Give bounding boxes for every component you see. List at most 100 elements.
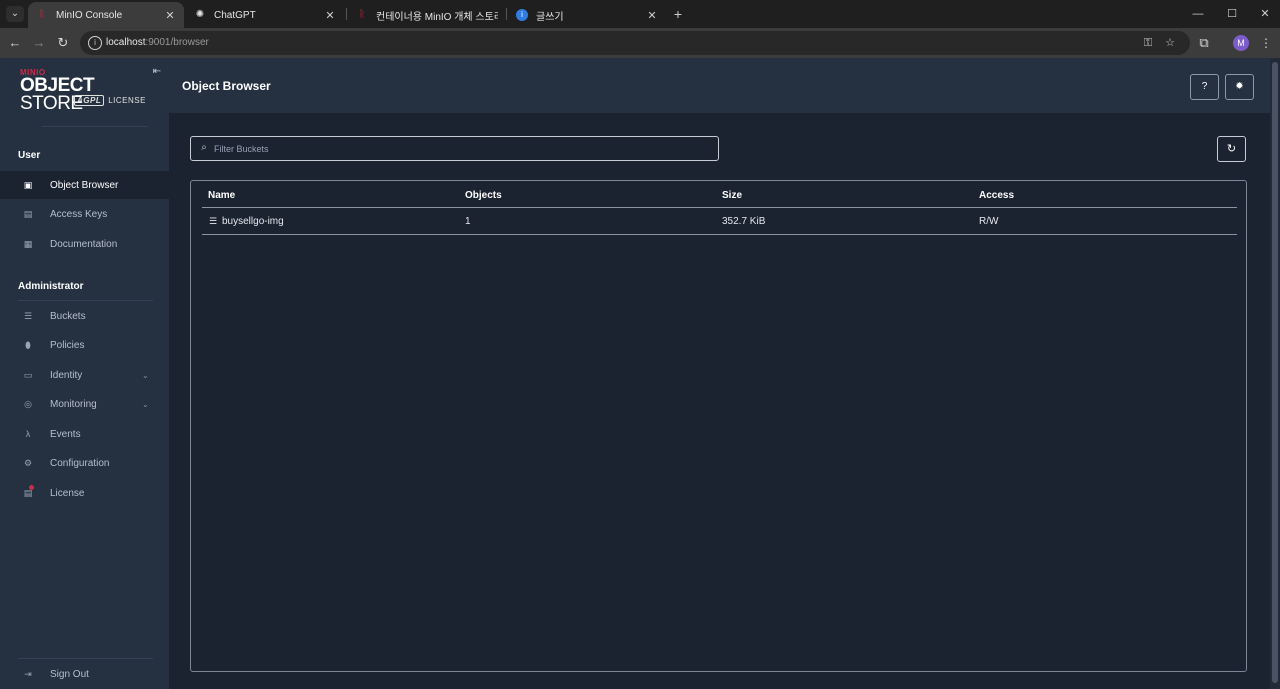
minio-favicon-icon: ᚱ [359, 9, 365, 20]
sidebar-item-monitoring[interactable]: ◎ Monitoring ⌄ [0, 390, 169, 418]
tab-separator [506, 8, 507, 20]
site-info-icon[interactable]: i [88, 36, 102, 50]
search-icon: ⌕ [201, 142, 207, 153]
bucket-objects: 1 [465, 216, 471, 227]
sign-out-icon: ⇥ [24, 669, 32, 679]
page-scrollbar[interactable] [1270, 58, 1280, 689]
browser-tab-chatgpt[interactable]: ✺ ChatGPT ✕ [186, 2, 344, 28]
notification-dot [29, 485, 34, 490]
collapse-sidebar-icon[interactable]: ⇤ [151, 66, 163, 78]
table-row[interactable]: ☰ buysellgo-img 1 352.7 KiB R/W [202, 208, 1237, 235]
sidebar-bottom-divider [18, 658, 153, 659]
profile-avatar[interactable]: M [1233, 35, 1249, 51]
browser-tab-write[interactable]: i 글쓰기 ✕ [508, 2, 666, 28]
browser-tab-minio-docs[interactable]: ᚱ 컨테이너용 MinIO 개체 스토리 [348, 2, 506, 28]
sidebar-item-object-browser[interactable]: ▣ Object Browser [0, 171, 169, 199]
documentation-icon: ▦ [23, 239, 33, 249]
filter-buckets-field[interactable]: ⌕ [190, 136, 719, 161]
sidebar-item-license[interactable]: ▤ License [0, 479, 169, 507]
gear-icon: ⚙ [23, 458, 33, 468]
sidebar-item-label: Access Keys [50, 208, 108, 220]
refresh-button[interactable]: ↻ [1217, 136, 1246, 162]
policies-icon: ⬮ [25, 340, 31, 350]
sidebar-item-label: Identity [50, 369, 83, 381]
filter-buckets-input[interactable] [214, 139, 704, 158]
help-button[interactable]: ? [1190, 74, 1219, 100]
back-arrow-icon[interactable]: ← [5, 33, 25, 53]
identity-icon: ▭ [23, 370, 33, 380]
lambda-icon: λ [25, 429, 31, 439]
chevron-down-icon: ⌄ [142, 370, 149, 380]
browser-menu-icon[interactable]: ⋮ [1260, 34, 1272, 52]
column-header-name[interactable]: Name [208, 190, 235, 201]
forward-arrow-icon[interactable]: → [29, 33, 49, 53]
column-header-objects[interactable]: Objects [465, 190, 502, 201]
bucket-size: 352.7 KiB [722, 216, 766, 227]
tab-search-menu-button[interactable]: ⌄ [6, 6, 24, 22]
address-bar[interactable]: i localhost:9001/browser ⚿ ☆ [80, 31, 1190, 55]
monitoring-icon: ◎ [24, 399, 32, 409]
maximize-icon[interactable]: ☐ [1222, 4, 1242, 24]
sidebar-item-label: Monitoring [50, 398, 97, 410]
sidebar-item-label: Buckets [50, 310, 86, 322]
access-keys-icon: ▤ [23, 209, 33, 219]
close-icon[interactable]: ✕ [646, 9, 658, 22]
help-icon: ? [1201, 81, 1208, 92]
page-header: Object Browser ? ✹ [169, 58, 1270, 113]
browser-tab-minio-console[interactable]: ᚱ MinIO Console ✕ [28, 2, 184, 28]
section-title-user: User [18, 150, 41, 161]
sidebar-item-policies[interactable]: ⬮ Policies [0, 331, 169, 359]
window-close-icon[interactable]: ✕ [1255, 4, 1275, 24]
sidebar-item-label: Object Browser [50, 179, 119, 191]
close-icon[interactable]: ✕ [324, 9, 336, 22]
url-host: localhost [106, 37, 146, 48]
page-title: Object Browser [182, 79, 271, 93]
sun-icon: ✹ [1235, 81, 1244, 92]
column-header-size[interactable]: Size [722, 190, 742, 201]
sidebar-item-events[interactable]: λ Events [0, 420, 169, 448]
refresh-icon: ↻ [1226, 143, 1237, 155]
minio-favicon-icon: ᚱ [39, 9, 45, 20]
sidebar-item-label: Documentation [50, 238, 118, 250]
agpl-badge: AGPL [74, 95, 105, 106]
tab-title: ChatGPT [214, 9, 256, 21]
blog-favicon-icon: i [516, 9, 528, 21]
bucket-name[interactable]: buysellgo-img [222, 216, 284, 227]
tab-title: MinIO Console [56, 9, 123, 21]
browser-toolbar: ← → ↻ i localhost:9001/browser ⚿ ☆ ⧉ [0, 28, 1280, 58]
section-title-administrator: Administrator [18, 281, 84, 292]
url-path: :9001/browser [145, 37, 209, 48]
url-text[interactable]: localhost:9001/browser [106, 37, 209, 48]
sidebar-item-documentation[interactable]: ▦ Documentation [0, 230, 169, 258]
bucket-icon: ☰ [209, 216, 218, 226]
object-browser-icon: ▣ [23, 180, 33, 190]
chatgpt-favicon-icon: ✺ [195, 9, 205, 20]
logo-license: AGPL LICENSE [74, 95, 146, 106]
theme-toggle-button[interactable]: ✹ [1225, 74, 1254, 100]
sidebar-item-configuration[interactable]: ⚙ Configuration [0, 449, 169, 477]
scrollbar-thumb[interactable] [1272, 62, 1278, 683]
column-header-access[interactable]: Access [979, 190, 1014, 201]
sidebar-item-label: Events [50, 428, 81, 440]
sidebar: MINIO OBJECT STORE AGPL LICENSE ⇤ User ▣ … [0, 58, 169, 689]
buckets-icon: ☰ [23, 311, 33, 321]
reload-icon[interactable]: ↻ [53, 33, 73, 53]
browser-tab-strip: ⌄ ᚱ MinIO Console ✕ ✺ ChatGPT ✕ ᚱ 컨테이너용 … [0, 0, 1280, 28]
sidebar-item-label: License [50, 487, 85, 499]
logo-divider [42, 126, 148, 127]
bucket-access: R/W [979, 216, 999, 227]
new-tab-plus-icon[interactable]: + [670, 4, 686, 24]
minio-object-store-logo: MINIO OBJECT STORE AGPL LICENSE [20, 68, 160, 113]
sidebar-item-access-keys[interactable]: ▤ Access Keys [0, 200, 169, 228]
close-icon[interactable]: ✕ [164, 9, 176, 22]
bookmark-star-icon[interactable]: ☆ [1162, 35, 1178, 51]
minimize-icon[interactable]: — [1188, 4, 1208, 24]
sidebar-item-identity[interactable]: ▭ Identity ⌄ [0, 361, 169, 389]
extensions-puzzle-icon[interactable]: ⧉ [1194, 33, 1214, 53]
sidebar-item-buckets[interactable]: ☰ Buckets [0, 302, 169, 330]
key-icon[interactable]: ⚿ [1140, 35, 1156, 51]
sidebar-item-sign-out[interactable]: ⇥ Sign Out [0, 660, 169, 688]
license-text: LICENSE [108, 96, 146, 105]
sidebar-item-label: Sign Out [50, 668, 89, 680]
sidebar-item-label: Policies [50, 339, 85, 351]
